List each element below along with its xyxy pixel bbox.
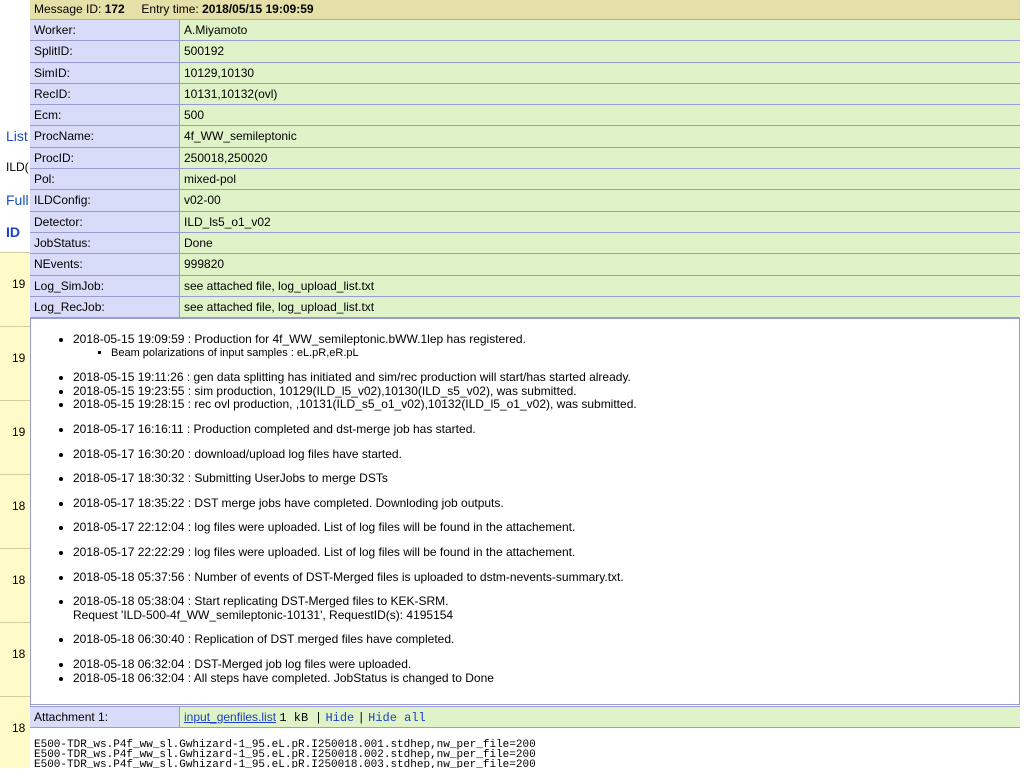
field-row-ildconfig: ILDConfig: v02-00 xyxy=(30,190,1020,212)
field-value: 4f_WW_semileptonic xyxy=(180,126,1020,147)
message-header: Message ID: 172 Entry time: 2018/05/15 1… xyxy=(30,0,1020,20)
message-body: 2018-05-15 19:09:59 : Production for 4f_… xyxy=(30,318,1020,705)
hide-all-link[interactable]: Hide all xyxy=(368,711,426,725)
attribute-table: Worker: A.Miyamoto SplitID: 500192 SimID: 1… xyxy=(30,20,1020,319)
field-value: v02-00 xyxy=(180,190,1020,211)
message-popup: Message ID: 172 Entry time: 2018/05/15 1… xyxy=(0,0,1020,768)
field-row-detector: Detector: ILD_ls5_o1_v02 xyxy=(30,211,1020,233)
log-entry: 2018-05-17 22:22:29 : log files were upl… xyxy=(73,545,1019,560)
field-label: Worker: xyxy=(30,20,180,41)
field-label: ILDConfig: xyxy=(30,190,180,211)
attachment-row: Attachment 1: input_genfiles.list 1 kB |… xyxy=(30,706,1020,728)
log-entry: 2018-05-18 06:32:04 : DST-Merged job log… xyxy=(73,657,1019,672)
field-row-procname: ProcName: 4f_WW_semileptonic xyxy=(30,126,1020,148)
field-label: Pol: xyxy=(30,169,180,190)
log-entry: 2018-05-17 18:35:22 : DST merge jobs hav… xyxy=(73,496,1019,511)
field-row-worker: Worker: A.Miyamoto xyxy=(30,20,1020,42)
log-text: 2018-05-15 19:09:59 : Production for 4f_… xyxy=(73,332,526,346)
separator: | xyxy=(314,711,323,725)
field-row-procid: ProcID: 250018,250020 xyxy=(30,147,1020,170)
field-row-log-recjob: Log_RecJob: see attached file, log_upload… xyxy=(30,296,1020,319)
entry-time: 2018/05/15 19:09:59 xyxy=(202,2,314,16)
attachment-label: Attachment 1: xyxy=(30,707,180,727)
log-entry: 2018-05-15 19:11:26 : gen data splitting… xyxy=(73,371,1019,385)
field-label: Detector: xyxy=(30,211,180,232)
file-line: E500-TDR_ws.P4f_ww_sl.Gwhizard-1_95.eL.p… xyxy=(34,759,536,769)
field-label: RecID: xyxy=(30,83,180,105)
field-label: SimID: xyxy=(30,62,180,83)
attachment-size: 1 kB xyxy=(279,711,309,725)
log-list: 2018-05-15 19:09:59 : Production for 4f_… xyxy=(31,319,1019,685)
field-row-jobstatus: JobStatus: Done xyxy=(30,232,1020,255)
log-entry: 2018-05-18 06:32:04 : All steps have com… xyxy=(73,671,1019,686)
field-label: Log_RecJob: xyxy=(30,296,180,318)
field-value: mixed-pol xyxy=(180,169,1020,190)
log-entry: 2018-05-17 16:16:11 : Production complet… xyxy=(73,422,1019,437)
log-entry: 2018-05-17 16:30:20 : download/upload lo… xyxy=(73,447,1019,462)
field-label: ProcID: xyxy=(30,147,180,169)
field-row-log-simjob: Log_SimJob: see attached file, log_upload… xyxy=(30,275,1020,297)
log-entry: 2018-05-15 19:23:55 : sim production, 10… xyxy=(73,384,1019,399)
log-text: 2018-05-18 05:38:04 : Start replicating … xyxy=(73,594,449,609)
log-entry: 2018-05-15 19:09:59 : Production for 4f_… xyxy=(73,332,1019,361)
field-row-splitid: SplitID: 500192 xyxy=(30,41,1020,63)
message-id: 172 xyxy=(104,2,125,16)
message-id-label: Message ID: xyxy=(34,2,102,16)
hide-link[interactable]: Hide xyxy=(325,711,354,725)
log-entry: 2018-05-17 18:30:32 : Submitting UserJob… xyxy=(73,472,1019,486)
field-row-simid: SimID: 10129,10130 xyxy=(30,62,1020,84)
field-value: 250018,250020 xyxy=(180,147,1020,169)
log-entry: 2018-05-17 22:12:04 : log files were upl… xyxy=(73,521,1019,535)
log-entry: 2018-05-18 05:37:56 : Number of events o… xyxy=(73,570,1019,585)
field-value: ILD_ls5_o1_v02 xyxy=(180,211,1020,232)
field-value: A.Miyamoto xyxy=(180,20,1020,41)
field-row-recid: RecID: 10131,10132(ovl) xyxy=(30,83,1020,106)
field-label: NEvents: xyxy=(30,254,180,275)
field-value: Done xyxy=(180,232,1020,254)
field-value: 500192 xyxy=(180,41,1020,62)
attachment-file-link[interactable]: input_genfiles.list xyxy=(184,710,276,724)
log-subentry: Beam polarizations of input samples : eL… xyxy=(111,347,1019,361)
field-value: 500 xyxy=(180,105,1020,126)
entry-time-label: Entry time: xyxy=(141,2,199,16)
log-sublist: Beam polarizations of input samples : eL… xyxy=(73,347,1019,361)
log-text: Request 'ILD-500-4f_WW_semileptonic-1013… xyxy=(73,607,454,622)
field-row-nevents: NEvents: 999820 xyxy=(30,254,1020,276)
field-label: SplitID: xyxy=(30,41,180,62)
field-row-ecm: Ecm: 500 xyxy=(30,105,1020,127)
field-value: see attached file, log_upload_list.txt xyxy=(180,296,1020,318)
field-label: ProcName: xyxy=(30,126,180,147)
field-value: 999820 xyxy=(180,254,1020,275)
field-label: Log_SimJob: xyxy=(30,275,180,296)
field-label: JobStatus: xyxy=(30,232,180,254)
field-label: Ecm: xyxy=(30,105,180,126)
separator: | xyxy=(357,711,365,725)
field-value: see attached file, log_upload_list.txt xyxy=(180,275,1020,296)
field-value: 10129,10130 xyxy=(180,62,1020,83)
log-entry: 2018-05-18 06:30:40 : Replication of DST… xyxy=(73,633,1019,647)
log-entry: 2018-05-15 19:28:15 : rec ovl production… xyxy=(73,398,1019,412)
log-entry: 2018-05-18 05:38:04 : Start replicating … xyxy=(73,594,1019,622)
attachment-content: E500-TDR_ws.P4f_ww_sl.Gwhizard-1_95.eL.p… xyxy=(30,728,1020,768)
field-row-pol: Pol: mixed-pol xyxy=(30,169,1020,191)
attachment-value: input_genfiles.list 1 kB | Hide | Hide a… xyxy=(180,707,1020,727)
field-value: 10131,10132(ovl) xyxy=(180,83,1020,105)
